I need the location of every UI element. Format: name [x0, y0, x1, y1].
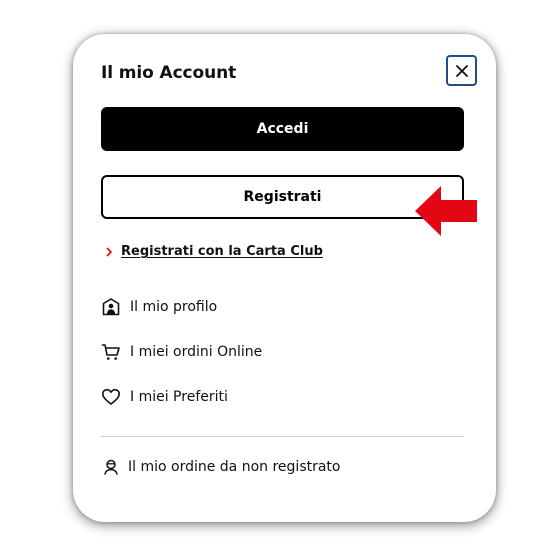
chevron-right-icon [106, 246, 113, 257]
panel-title: Il mio Account [101, 63, 237, 83]
club-link-label: Registrati con la Carta Club [121, 244, 323, 259]
close-icon [455, 64, 468, 77]
guest-icon [101, 457, 121, 477]
login-button[interactable]: Accedi [101, 107, 464, 151]
profile-icon [101, 297, 121, 317]
menu-item-label: Il mio profilo [130, 299, 218, 315]
register-button-label: Registrati [243, 189, 322, 205]
register-button[interactable]: Registrati [101, 175, 464, 219]
menu-item-profile[interactable]: Il mio profilo [101, 297, 217, 317]
close-button[interactable] [446, 55, 477, 86]
cart-icon [101, 342, 121, 362]
menu-item-label: I miei ordini Online [130, 344, 263, 360]
menu-item-favorites[interactable]: I miei Preferiti [101, 387, 228, 407]
menu-item-guest-order[interactable]: Il mio ordine da non registrato [101, 457, 341, 477]
login-button-label: Accedi [256, 121, 309, 137]
arrow-left-icon [415, 186, 477, 236]
menu-item-label: I miei Preferiti [130, 389, 228, 405]
account-panel: Il mio Account Accedi Registrati Registr… [73, 34, 496, 522]
menu-item-orders[interactable]: I miei ordini Online [101, 342, 262, 362]
heart-icon [101, 387, 121, 407]
club-card-register-link[interactable]: Registrati con la Carta Club [105, 244, 323, 259]
divider [101, 436, 464, 437]
menu-item-label: Il mio ordine da non registrato [128, 459, 341, 475]
